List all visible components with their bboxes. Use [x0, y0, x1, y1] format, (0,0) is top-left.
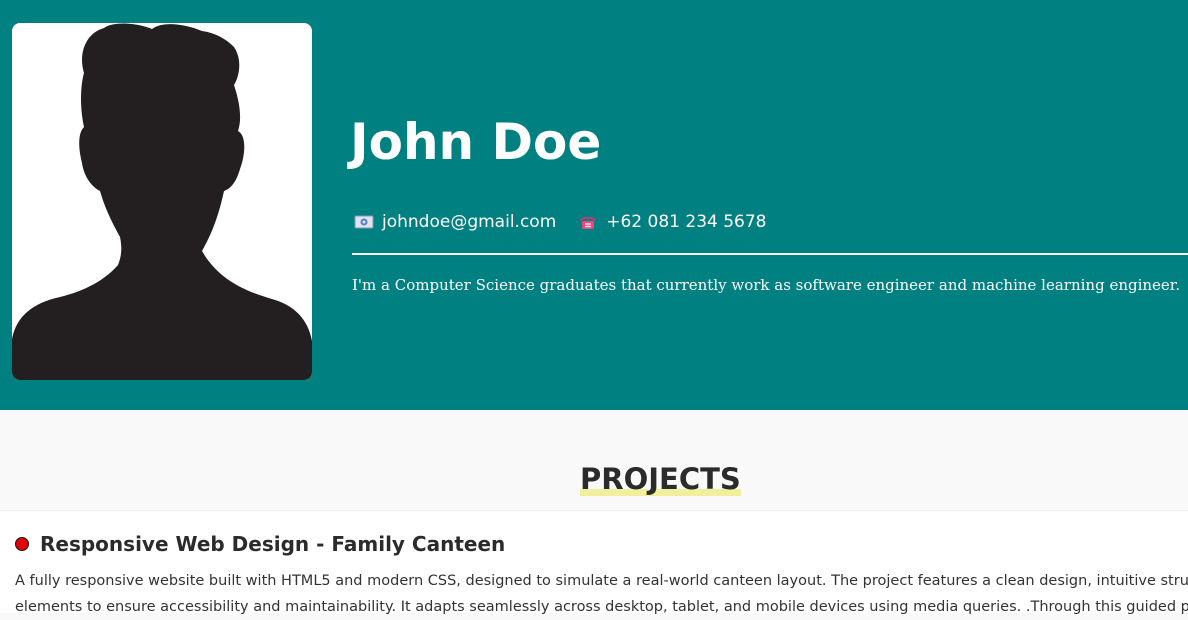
- project-card: Responsive Web Design - Family Canteen A…: [0, 510, 1188, 615]
- bullet-icon: [15, 537, 29, 551]
- phone-contact[interactable]: +62 081 234 5678: [578, 212, 767, 232]
- phone-text[interactable]: +62 081 234 5678: [606, 212, 766, 232]
- contact-info: johndoe@gmail.com +62 081 234 5678: [354, 208, 767, 236]
- project-title: Responsive Web Design - Family Canteen: [40, 532, 506, 556]
- profile-name: John Doe: [350, 113, 602, 171]
- projects-heading: PROJECTS: [580, 462, 741, 496]
- avatar: [12, 23, 312, 380]
- email-icon: [354, 214, 374, 230]
- project-description-line: A fully responsive website built with HT…: [15, 573, 1188, 589]
- email-contact[interactable]: johndoe@gmail.com: [354, 212, 556, 232]
- email-text[interactable]: johndoe@gmail.com: [382, 212, 556, 232]
- project-description: A fully responsive website built with HT…: [15, 568, 1188, 620]
- header-divider: [352, 253, 1188, 255]
- projects-section: PROJECTS Responsive Web Design - Family …: [0, 410, 1188, 615]
- telephone-icon: [578, 214, 598, 230]
- bio-text: I'm a Computer Science graduates that cu…: [352, 276, 1181, 294]
- profile-header: John Doe johndoe@gmail.com +62 081 234 5…: [0, 0, 1188, 410]
- project-description-line: elements to ensure accessibility and mai…: [15, 599, 1188, 615]
- person-silhouette-icon: [12, 23, 312, 380]
